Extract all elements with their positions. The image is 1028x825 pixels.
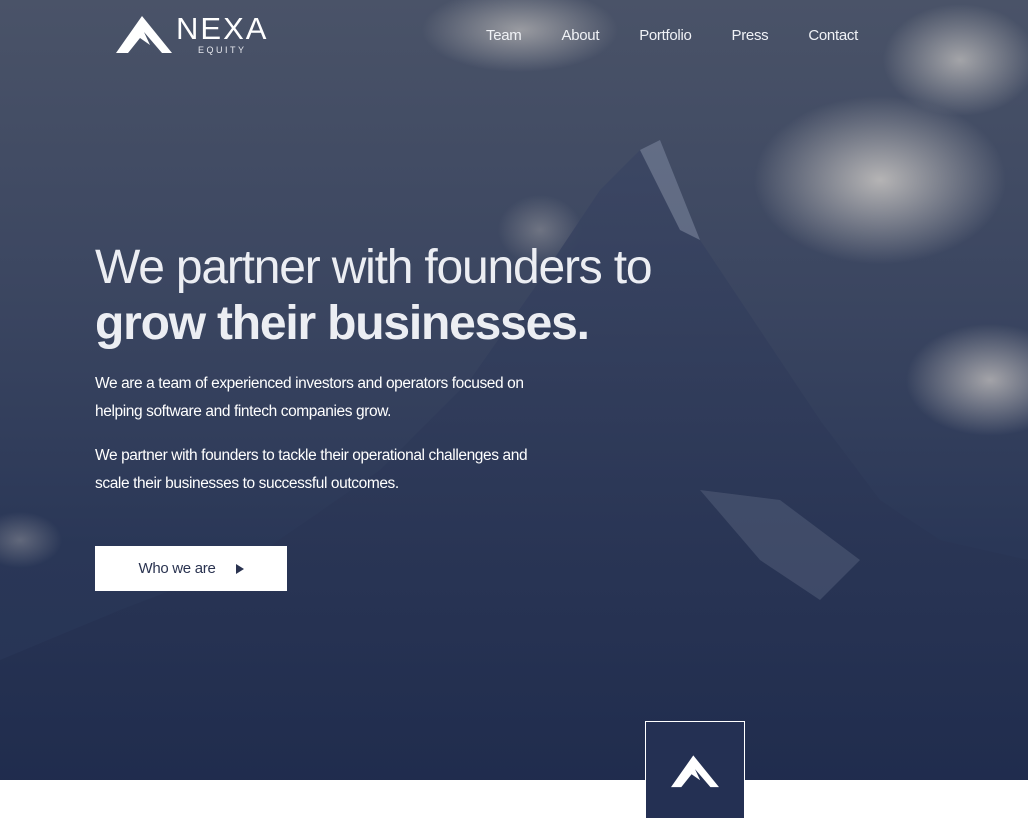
headline-line-1: We partner with founders to	[95, 241, 653, 294]
brand-subtitle: EQUITY	[197, 45, 247, 55]
mountain-peak-icon	[116, 16, 172, 53]
headline-line-2: grow their businesses.	[95, 297, 590, 350]
brand-logo[interactable]: NEXA EQUITY	[114, 12, 268, 56]
brand-badge	[645, 721, 745, 819]
nav-item-about[interactable]: About	[561, 26, 599, 46]
hero-paragraph-2: We partner with founders to tackle their…	[95, 447, 528, 492]
mountain-peak-icon	[671, 755, 719, 788]
main-nav: Team About Portfolio Press Contact	[486, 26, 858, 46]
nav-item-team[interactable]: Team	[486, 26, 522, 46]
hero-headline: We partner with founders to grow their b…	[95, 240, 653, 352]
who-we-are-button[interactable]: Who we are	[95, 546, 287, 591]
play-triangle-icon	[235, 563, 244, 574]
nav-item-press[interactable]: Press	[732, 26, 769, 46]
nav-item-portfolio[interactable]: Portfolio	[639, 26, 692, 46]
cta-label: Who we are	[138, 560, 216, 577]
brand-name: NEXA	[176, 11, 269, 46]
hero-paragraph-1: We are a team of experienced investors a…	[95, 375, 524, 420]
nav-item-contact[interactable]: Contact	[808, 26, 858, 46]
brand-wordmark: NEXA EQUITY	[176, 11, 269, 56]
page-content-band	[0, 780, 1028, 825]
